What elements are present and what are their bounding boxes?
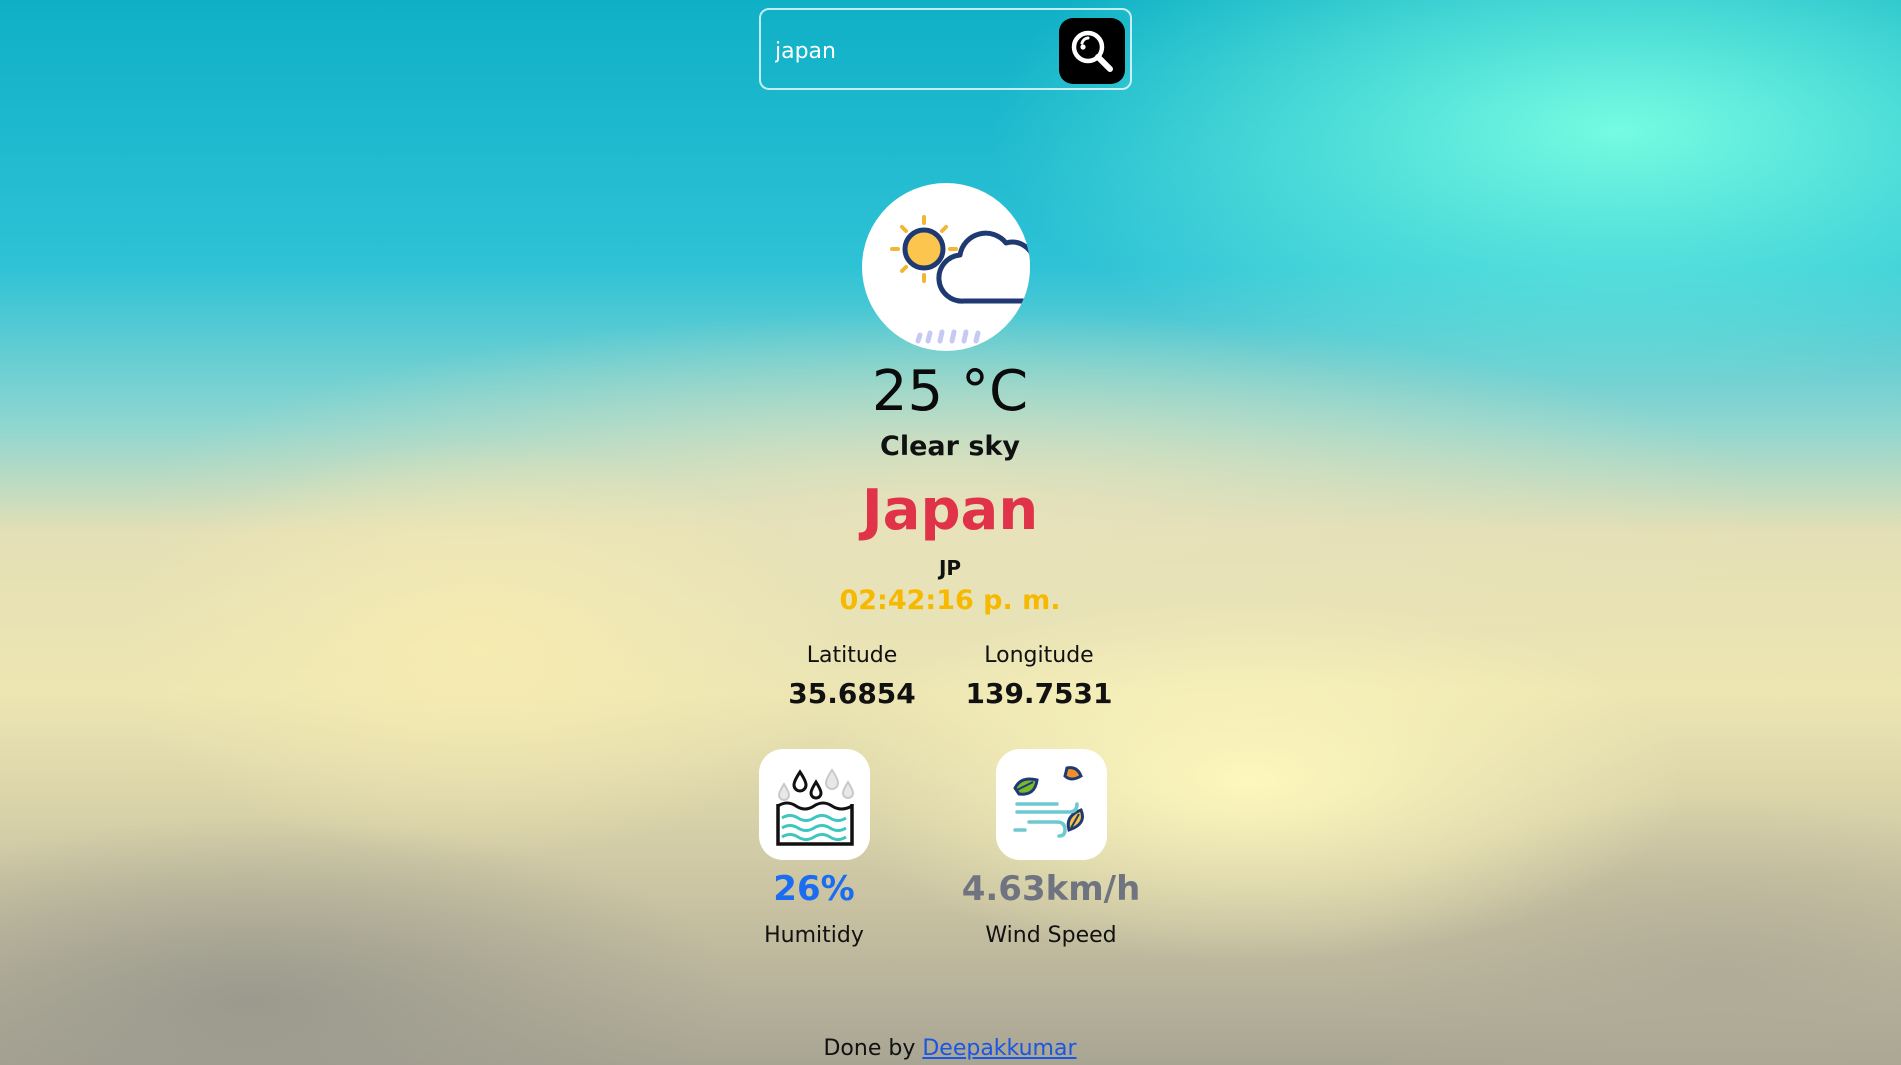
longitude-value: 139.7531 xyxy=(965,677,1113,710)
search-bar xyxy=(759,8,1132,90)
footer: Done by Deepakkumar xyxy=(650,1035,1250,1063)
humidity-water-icon xyxy=(775,767,854,846)
country-code: JP xyxy=(938,556,962,580)
wind-speed-label: Wind Speed xyxy=(985,923,1117,948)
author-link[interactable]: Deepakkumar xyxy=(922,1036,1076,1061)
humidity-label: Humitidy xyxy=(764,923,864,948)
weather-icon-container xyxy=(862,183,1030,351)
humidity-icon-container xyxy=(759,749,870,860)
footer-prefix: Done by xyxy=(823,1036,916,1061)
search-input[interactable] xyxy=(773,32,1047,70)
wind-leaves-icon xyxy=(1012,765,1084,838)
sun-cloud-rain-icon xyxy=(890,215,1030,344)
latitude-value: 35.6854 xyxy=(788,677,916,710)
temperature: 25 °C xyxy=(871,359,1029,424)
weather-description: Clear sky xyxy=(880,431,1020,462)
search-icon xyxy=(1071,30,1113,72)
search-button[interactable] xyxy=(1059,18,1125,84)
wind-icon-container xyxy=(996,749,1107,860)
latitude-label: Latitude xyxy=(806,643,898,668)
longitude-label: Longitude xyxy=(984,643,1094,668)
humidity-value: 26% xyxy=(773,869,855,909)
latitude-block: Latitude 35.6854 xyxy=(752,642,952,712)
local-time: 02:42:16 p. m. xyxy=(839,585,1061,616)
city-name: Japan xyxy=(861,478,1039,543)
longitude-block: Longitude 139.7531 xyxy=(939,642,1139,712)
wind-speed-value: 4.63km/h xyxy=(961,869,1141,909)
weather-app: 25 °C Clear sky Japan JP 02:42:16 p. m. … xyxy=(0,0,1901,1065)
